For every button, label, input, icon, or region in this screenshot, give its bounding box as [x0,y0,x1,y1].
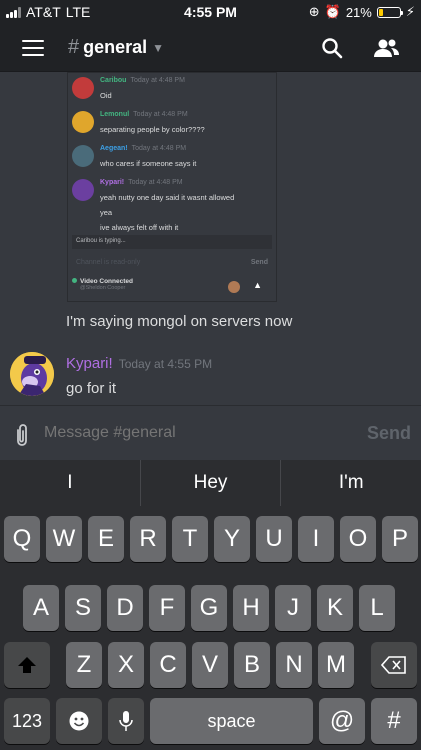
shift-key[interactable] [4,642,50,688]
embedded-time: Today at 4:48 PM [128,179,183,186]
avatar [72,145,94,167]
embedded-author: Aegean! [100,145,128,152]
avatar [228,281,240,293]
message-time: Today at 4:55 PM [118,357,213,371]
embedded-author: Lemonul [100,111,130,118]
backspace-key[interactable] [371,642,417,688]
key-j[interactable]: J [275,585,311,631]
key-v[interactable]: V [192,642,228,688]
suggestion-bar: I Hey I'm [0,460,421,506]
embedded-text: who cares if someone says it [100,159,197,168]
embedded-text: ive always felt off with it [100,223,179,232]
key-a[interactable]: A [23,585,59,631]
search-icon[interactable] [320,36,344,60]
key-h[interactable]: H [233,585,269,631]
message-text: I'm saying mongol on servers now [66,313,293,330]
battery-percent: 21% [345,4,372,20]
embedded-time: Today at 4:48 PM [130,77,185,84]
key-b[interactable]: B [234,642,270,688]
orientation-lock-icon: ⊕ [308,4,320,19]
avatar[interactable] [10,352,54,396]
key-l[interactable]: L [359,585,395,631]
key-f[interactable]: F [149,585,185,631]
key-y[interactable]: Y [214,516,250,562]
message-input[interactable] [44,424,344,442]
video-status: Video Connected @Sheldon Cooper ▲ [72,278,272,298]
typing-indicator: Caribou is typing... [72,235,272,249]
alarm-icon: ⏰ [324,4,341,19]
avatar [72,77,94,99]
key-c[interactable]: C [150,642,186,688]
suggestion[interactable]: I'm [281,460,421,506]
message-composer: Send [0,405,421,460]
key-k[interactable]: K [317,585,353,631]
key-w[interactable]: W [46,516,82,562]
key-o[interactable]: O [340,516,376,562]
avatar [72,179,94,201]
key-x[interactable]: X [108,642,144,688]
key-r[interactable]: R [130,516,166,562]
send-button[interactable]: Send [367,423,411,444]
at-key[interactable]: @ [319,698,365,744]
embedded-time: Today at 4:48 PM [131,145,187,152]
key-s[interactable]: S [65,585,101,631]
key-d[interactable]: D [107,585,143,631]
chevron-down-icon: ▼ [152,40,165,55]
embedded-text: yea [100,208,113,217]
attached-image[interactable]: Caribou Today at 4:48 PM Oid Lemonul Today… [67,72,277,302]
key-n[interactable]: N [276,642,312,688]
key-u[interactable]: U [256,516,292,562]
embedded-text: separating people by color???? [100,125,205,134]
emoji-icon[interactable] [56,698,102,744]
channel-header: # general ▼ [0,24,421,72]
channel-hash: # [68,36,80,58]
numbers-key[interactable]: 123 [4,698,50,744]
menu-icon[interactable] [22,40,44,56]
channel-title[interactable]: # general ▼ [68,36,164,59]
embedded-author: Caribou [100,77,127,84]
key-q[interactable]: Q [4,516,40,562]
charging-icon: ⚡ [405,4,415,19]
chevron-up-icon: ▲ [253,280,262,290]
embedded-time: Today at 4:48 PM [133,111,188,118]
status-bar: AT&T LTE 4:55 PM ⊕ ⏰ 21% ⚡ [0,0,421,24]
key-t[interactable]: T [172,516,208,562]
message-author[interactable]: Kypari! Today at 4:55 PM [66,355,212,372]
embedded-send: Send [250,259,268,266]
suggestion[interactable]: I [0,460,141,506]
video-status-label: Video Connected [80,278,133,285]
battery-icon [376,6,403,18]
embedded-text: Oid [100,91,112,100]
message-text: go for it [66,380,117,397]
embedded-input-placeholder: Channel is read-only [76,259,141,266]
connected-dot-icon [72,278,77,283]
hash-key[interactable]: # [371,698,417,744]
message-list[interactable]: Caribou Today at 4:48 PM Oid Lemonul Today… [0,72,421,405]
embedded-text: yeah nutty one day said it wasnt allowed [100,193,235,202]
embedded-author: Kypari! [100,179,125,186]
key-i[interactable]: I [298,516,334,562]
key-p[interactable]: P [382,516,418,562]
key-e[interactable]: E [88,516,124,562]
embedded-input: Channel is read-only Send [72,257,272,271]
members-icon[interactable] [372,36,400,60]
avatar [72,111,94,133]
microphone-icon[interactable] [108,698,144,744]
channel-name: general [83,37,148,57]
paperclip-icon[interactable] [12,422,32,448]
keyboard: I Hey I'm QWERTYUIOPASDFGHJKLZXCVBNM 123… [0,460,421,750]
video-status-sub: @Sheldon Cooper [80,285,126,291]
author-name[interactable]: Kypari! [66,355,113,372]
key-m[interactable]: M [318,642,354,688]
key-g[interactable]: G [191,585,227,631]
status-right: ⊕ ⏰ 21% ⚡ [309,4,415,20]
key-z[interactable]: Z [66,642,102,688]
space-key[interactable]: space [150,698,313,744]
suggestion[interactable]: Hey [141,460,282,506]
